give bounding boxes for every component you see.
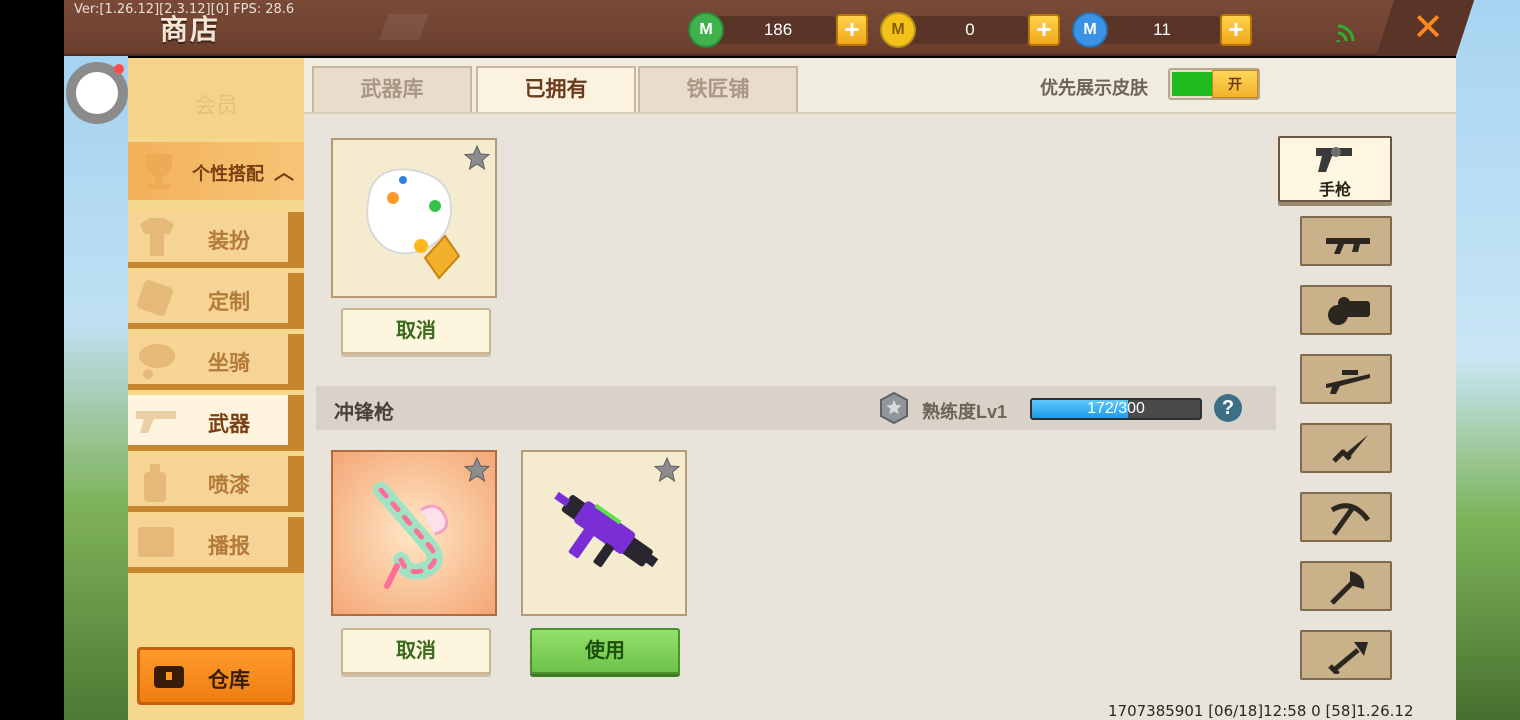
proficiency-label: 熟练度Lv1 <box>922 402 1008 422</box>
add-gold-coin-button[interactable]: + <box>1028 14 1060 46</box>
sidebar-item-label: 装扮 <box>208 230 250 253</box>
sidebar-item-label: 武器 <box>208 413 250 436</box>
filter-label: 手枪 <box>1318 182 1351 199</box>
help-icon[interactable]: ? <box>1214 394 1242 422</box>
item-card-purple-smg[interactable] <box>521 450 687 616</box>
blue-coin-icon: M <box>1072 12 1108 48</box>
use-button[interactable]: 使用 <box>530 628 680 674</box>
filter-sniper[interactable] <box>1300 354 1392 404</box>
filter-pickaxe[interactable] <box>1300 492 1392 542</box>
pistol-icon <box>1316 147 1352 172</box>
sidebar-group-header[interactable]: 个性搭配 ︿ <box>128 142 304 200</box>
warehouse-label: 仓库 <box>208 669 250 692</box>
sidebar-item-spray[interactable]: 喷漆 <box>128 456 304 512</box>
warehouse-button[interactable]: 仓库 <box>137 647 295 705</box>
medal-icon <box>880 392 908 424</box>
currency-value: 0 <box>965 20 975 39</box>
dagger-icon <box>1332 435 1368 463</box>
axe-icon <box>1330 571 1365 605</box>
gun-icon <box>136 411 176 433</box>
sidebar-item-label: 坐骑 <box>208 352 250 375</box>
sidebar-item-label: 定制 <box>208 291 250 314</box>
sidebar-group-label: 个性搭配 <box>192 164 264 184</box>
sidebar-item-custom[interactable]: 定制 <box>128 273 304 329</box>
brush-icon <box>136 279 174 317</box>
sidebar-item-label: 喷漆 <box>208 474 250 497</box>
sidebar-item-broadcast[interactable]: 播报 <box>128 517 304 573</box>
chevron-up-icon: ︿ <box>274 162 294 184</box>
chest-icon <box>154 666 184 688</box>
assault-rifle-icon <box>1326 238 1370 254</box>
sidebar-item-label: 播报 <box>208 535 250 558</box>
cancel-button[interactable]: 取消 <box>341 628 491 674</box>
spray-icon <box>144 464 166 502</box>
left-blackbar <box>0 0 64 720</box>
shovel-icon <box>1328 642 1368 674</box>
skin-priority-toggle[interactable]: 开 <box>1168 68 1260 100</box>
tab-bar: 武器库 已拥有 铁匠铺 优先展示皮肤 开 <box>304 58 1456 114</box>
pickaxe-icon <box>1330 503 1371 536</box>
floating-assistant-button[interactable] <box>66 62 128 124</box>
minigun-icon <box>1328 297 1370 325</box>
proficiency-progress-bar: 172/300 <box>1030 398 1202 420</box>
item-card-cone[interactable] <box>331 138 497 298</box>
filter-assault-rifle[interactable] <box>1300 216 1392 266</box>
notification-dot <box>114 64 124 74</box>
item-card-candy-smg[interactable] <box>331 450 497 616</box>
filter-pistol[interactable]: 手枪 <box>1278 136 1392 202</box>
tab-blacksmith[interactable]: 铁匠铺 <box>638 66 798 112</box>
filter-minigun[interactable] <box>1300 285 1392 335</box>
skin-priority-label: 优先展示皮肤 <box>1040 78 1148 98</box>
item-list: 取消 冲锋枪 熟练度Lv1 172/300 ? 取消 使用 手枪 <box>304 112 1456 720</box>
tab-owned[interactable]: 已拥有 <box>476 66 636 114</box>
purple-smg-icon <box>554 491 659 568</box>
background-scene-right <box>1456 0 1520 720</box>
page-title: 商店 <box>160 14 221 45</box>
section-title: 冲锋枪 <box>334 402 394 424</box>
sidebar-item-outfit[interactable]: 装扮 <box>128 212 304 268</box>
progress-text: 172/300 <box>1087 400 1145 417</box>
gold-coin-icon: M <box>880 12 916 48</box>
sidebar-item-mount[interactable]: 坐骑 <box>128 334 304 390</box>
filter-shovel[interactable] <box>1300 630 1392 680</box>
green-gem-icon: M <box>688 12 724 48</box>
smg-section-header: 冲锋枪 熟练度Lv1 172/300 ? <box>316 386 1276 430</box>
shirt-icon <box>140 218 174 256</box>
ice-cream-cone-weapon-icon <box>366 168 461 280</box>
footer-info: 1707385901 [06/18]12:58 0 [58]1.26.12 <box>1108 702 1414 720</box>
category-sidebar: 会员 个性搭配 ︿ 装扮 定制 坐骑 武器 喷漆 播报 <box>128 58 304 720</box>
filter-axe[interactable] <box>1300 561 1392 611</box>
signal-icon <box>1336 24 1355 42</box>
close-icon[interactable]: ✕ <box>1410 9 1446 47</box>
add-green-gem-button[interactable]: + <box>836 14 868 46</box>
currency-value: 11 <box>1153 20 1171 39</box>
main-panel: 武器库 已拥有 铁匠铺 优先展示皮肤 开 取消 冲锋枪 熟练度Lv1 172/3… <box>304 58 1456 720</box>
sidebar-item-weapon[interactable]: 武器 <box>128 395 304 451</box>
broadcast-icon <box>138 527 174 557</box>
trophy-icon <box>146 154 172 189</box>
topbar-decoration <box>379 14 429 40</box>
tab-armory[interactable]: 武器库 <box>312 66 472 112</box>
filter-dagger[interactable] <box>1300 423 1392 473</box>
mount-icon <box>139 344 175 379</box>
currency-value: 186 <box>763 20 793 39</box>
cancel-button[interactable]: 取消 <box>341 308 491 354</box>
sniper-rifle-icon <box>1326 370 1370 394</box>
candy-cane-weapon-icon <box>373 482 449 589</box>
sidebar-item-partial[interactable]: 会员 <box>128 58 304 138</box>
toggle-state: 开 <box>1212 70 1258 98</box>
add-blue-coin-button[interactable]: + <box>1220 14 1252 46</box>
